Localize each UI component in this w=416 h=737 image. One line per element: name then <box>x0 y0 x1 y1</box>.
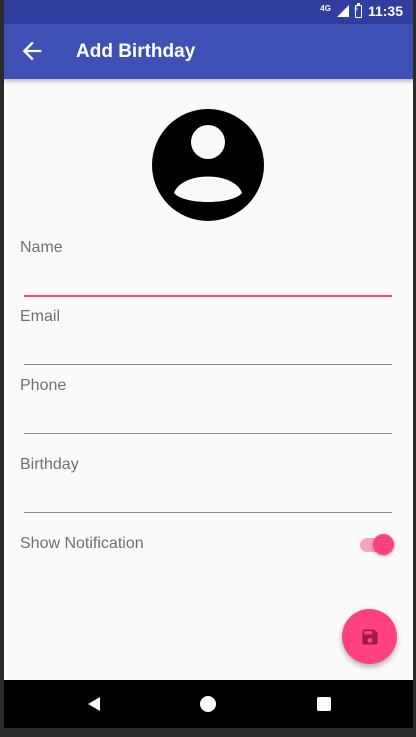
bottom-edge <box>4 728 413 737</box>
email-field[interactable] <box>24 364 392 365</box>
nav-home-icon[interactable] <box>200 696 216 712</box>
save-button[interactable] <box>342 609 397 664</box>
system-nav-bar <box>4 680 413 728</box>
back-arrow-icon[interactable] <box>18 37 46 65</box>
notification-label: Show Notification <box>20 535 144 552</box>
network-type: 4G <box>320 3 331 13</box>
app-screen: 4G 11:35 Add Birthday Name Email Phone B… <box>4 0 413 737</box>
app-bar: Add Birthday <box>4 24 413 79</box>
battery-charging-icon <box>353 2 362 18</box>
nav-recents-icon[interactable] <box>317 697 331 711</box>
nav-back-icon[interactable] <box>86 696 102 712</box>
save-icon <box>362 629 377 644</box>
notification-toggle[interactable] <box>360 533 396 555</box>
birthday-label: Birthday <box>20 456 79 473</box>
status-time: 11:35 <box>367 3 403 19</box>
name-field[interactable] <box>24 295 392 297</box>
signal-icon <box>336 5 349 17</box>
page-title: Add Birthday <box>76 41 196 62</box>
birthday-field[interactable] <box>24 512 392 513</box>
avatar-icon[interactable] <box>152 109 264 221</box>
phone-field[interactable] <box>24 433 392 434</box>
toggle-thumb <box>373 534 394 555</box>
status-bar: 4G 11:35 <box>4 0 413 24</box>
email-label: Email <box>20 308 61 325</box>
name-label: Name <box>20 239 63 256</box>
phone-label: Phone <box>20 377 67 394</box>
